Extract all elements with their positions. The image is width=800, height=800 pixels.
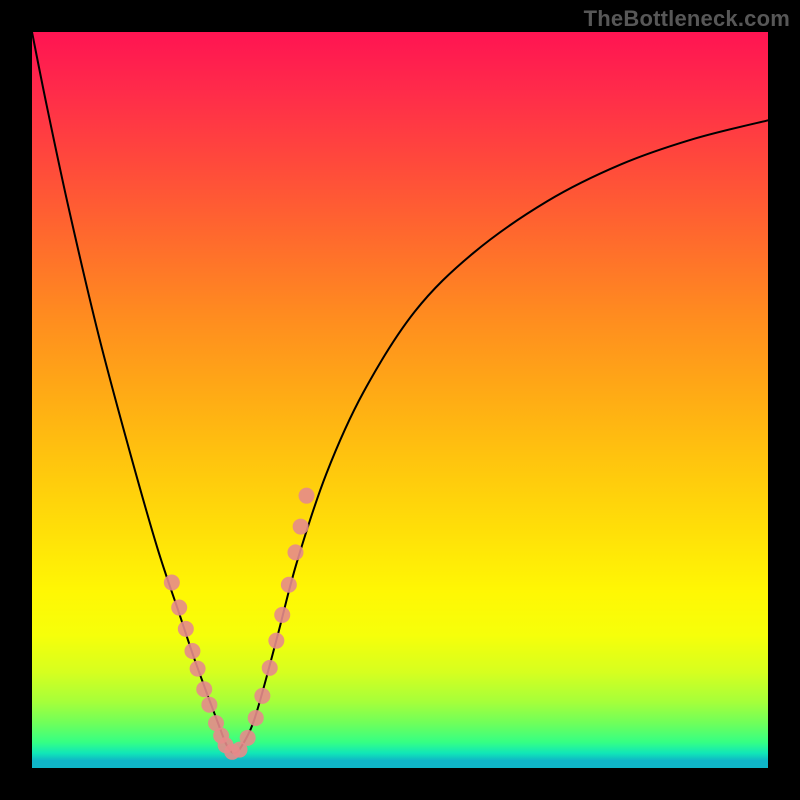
- highlight-dot: [164, 575, 180, 591]
- highlight-dot: [178, 621, 194, 637]
- bottleneck-curve: [32, 32, 768, 753]
- highlight-dots: [164, 488, 315, 760]
- highlight-dot: [281, 577, 297, 593]
- highlight-dot: [248, 710, 264, 726]
- highlight-dot: [287, 544, 303, 560]
- watermark-text: TheBottleneck.com: [584, 6, 790, 32]
- highlight-dot: [196, 681, 212, 697]
- highlight-dot: [299, 488, 315, 504]
- highlight-dot: [240, 730, 256, 746]
- chart-container: TheBottleneck.com: [0, 0, 800, 800]
- plot-area: [32, 32, 768, 768]
- highlight-dot: [171, 600, 187, 616]
- highlight-dot: [293, 519, 309, 535]
- highlight-dot: [201, 697, 217, 713]
- highlight-dot: [262, 660, 278, 676]
- highlight-dot: [190, 661, 206, 677]
- highlight-dot: [254, 688, 270, 704]
- highlight-dot: [268, 633, 284, 649]
- plot-svg: [32, 32, 768, 768]
- highlight-dot: [274, 607, 290, 623]
- highlight-dot: [184, 643, 200, 659]
